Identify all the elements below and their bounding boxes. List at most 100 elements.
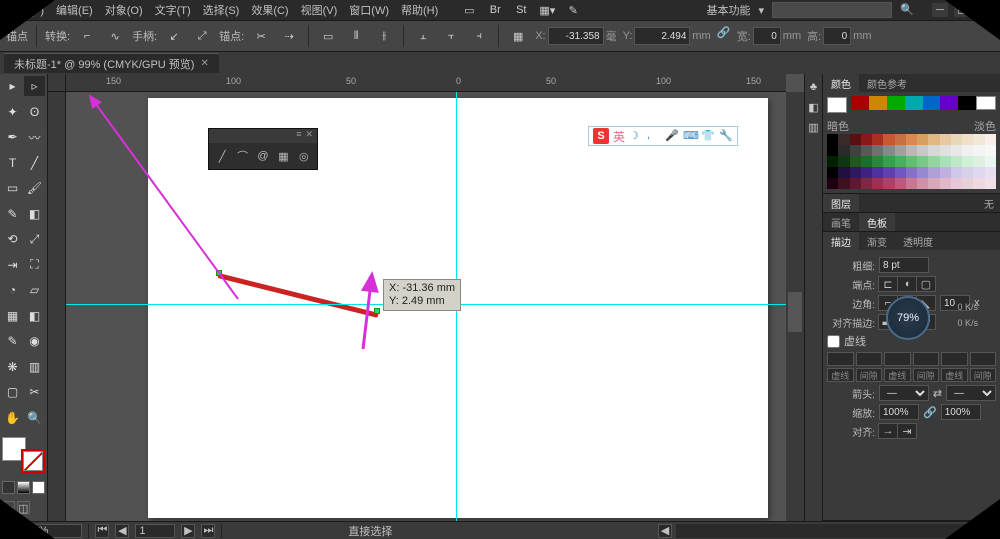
swatch-cell[interactable] (827, 156, 838, 167)
cap-butt-icon[interactable]: ⊏ (878, 276, 898, 292)
bridge-icon[interactable]: Br (484, 0, 506, 21)
libraries-icon[interactable]: ♣ (807, 80, 821, 94)
swatch-cell[interactable] (883, 145, 894, 156)
stroke-color-icon[interactable] (21, 449, 45, 473)
tab-layer[interactable]: 图层 (823, 194, 859, 212)
swatch-cell[interactable] (928, 134, 939, 145)
swatch-cell[interactable] (928, 156, 939, 167)
link-wh-icon[interactable]: 🔗 (717, 26, 731, 46)
shape-builder-tool[interactable]: ◔ (2, 280, 23, 300)
menu-help[interactable]: 帮助(H) (401, 2, 438, 18)
stroke-grid-icon[interactable]: ▦ (276, 149, 290, 163)
gradient-tool[interactable]: ◧ (24, 306, 45, 326)
swatch-cell[interactable] (973, 156, 984, 167)
swatch-cell[interactable] (951, 134, 962, 145)
swatch-cell[interactable] (861, 145, 872, 156)
swatch-cell[interactable] (973, 145, 984, 156)
artboard-number[interactable]: 1 (135, 524, 175, 538)
swatch-cell[interactable] (928, 167, 939, 178)
swatch-cell[interactable] (917, 156, 928, 167)
scrollbar-vertical[interactable] (786, 92, 804, 521)
convert-corner-icon[interactable]: ⌐ (76, 25, 98, 47)
swatch-cell[interactable] (962, 134, 973, 145)
swatch-cell[interactable] (872, 156, 883, 167)
swatch-cell[interactable] (827, 145, 838, 156)
swatch-cell[interactable] (883, 156, 894, 167)
stroke-arc-icon[interactable]: ⌒ (235, 149, 249, 163)
menu-edit[interactable]: 编辑(E) (56, 2, 93, 18)
swatch-cell[interactable] (985, 156, 996, 167)
blend-tool[interactable]: ◉ (24, 331, 45, 351)
shaper-tool[interactable]: ✎ (2, 204, 23, 224)
link-scale-icon[interactable]: 🔗 (923, 406, 937, 419)
ime-punct-icon[interactable]: , (647, 129, 661, 143)
prev-artboard-button[interactable]: ◀ (115, 524, 129, 538)
arrow-inside-icon[interactable]: ⇥ (897, 423, 917, 439)
swatch-cell[interactable] (940, 134, 951, 145)
swatch-cell[interactable] (838, 178, 849, 189)
dash-inputs[interactable] (827, 352, 996, 366)
swatch-cell[interactable] (906, 156, 917, 167)
swatch-cell[interactable] (928, 178, 939, 189)
swatch-cell[interactable] (973, 178, 984, 189)
swatch-cell[interactable] (951, 167, 962, 178)
swatch-cell[interactable] (861, 134, 872, 145)
swatch-cell[interactable] (917, 145, 928, 156)
tab-swatches[interactable]: 色板 (859, 213, 895, 231)
tab-color[interactable]: 颜色 (823, 74, 859, 92)
tab-stroke[interactable]: 描边 (823, 232, 859, 250)
ruler-horizontal[interactable]: 150 100 50 0 50 100 150 (66, 74, 786, 92)
align-center-icon[interactable]: ⫟ (440, 25, 462, 47)
rectangle-tool[interactable]: ▭ (2, 178, 23, 198)
properties-icon[interactable]: ▥ (807, 120, 821, 134)
arrange-icon[interactable]: ▦▾ (536, 0, 558, 21)
first-artboard-button[interactable]: ⏮ (95, 524, 109, 538)
ime-moon-icon[interactable]: ☽ (629, 129, 643, 143)
weight-input[interactable] (879, 257, 929, 273)
align-right-icon[interactable]: ⫞ (468, 25, 490, 47)
ime-tool-icon[interactable]: 🔧 (719, 129, 733, 143)
selection-tool[interactable]: ▸ (2, 76, 23, 96)
swatch-cell[interactable] (872, 178, 883, 189)
mesh-tool[interactable]: ▦ (2, 306, 23, 326)
swatch-cell[interactable] (838, 167, 849, 178)
cap-square-icon[interactable]: ▢ (916, 276, 936, 292)
menu-type[interactable]: 文字(T) (155, 2, 191, 18)
hand-tool[interactable]: ✋ (2, 408, 23, 428)
align-v-icon[interactable]: ⫲ (373, 25, 395, 47)
ime-mic-icon[interactable]: 🎤 (665, 129, 679, 143)
width-tool[interactable]: ⇥ (2, 255, 23, 275)
swatch-cell[interactable] (906, 167, 917, 178)
handle-show-icon[interactable]: ↙ (163, 25, 185, 47)
swatch-cell[interactable] (895, 156, 906, 167)
tab-color-guide[interactable]: 颜色参考 (859, 74, 915, 92)
pen-tool[interactable]: ✒ (2, 127, 23, 147)
panel-menu-icon[interactable]: ≡ (296, 129, 301, 143)
menu-object[interactable]: 对象(O) (105, 2, 143, 18)
swatch-cell[interactable] (906, 178, 917, 189)
menu-view[interactable]: 视图(V) (301, 2, 338, 18)
last-artboard-button[interactable]: ⏭ (201, 524, 215, 538)
scale-tool[interactable]: ⤢ (24, 229, 45, 249)
swatch-cell[interactable] (940, 167, 951, 178)
swatch-cell[interactable] (906, 134, 917, 145)
stroke-spiral-icon[interactable]: @ (256, 149, 270, 163)
remove-anchor-icon[interactable]: ✂ (250, 25, 272, 47)
line-tool[interactable]: ╱ (24, 153, 45, 173)
type-tool[interactable]: T (2, 153, 23, 173)
swatch-cell[interactable] (917, 134, 928, 145)
swatch-cell[interactable] (940, 178, 951, 189)
scale-start-input[interactable] (879, 404, 919, 420)
eraser-tool[interactable]: ◧ (24, 204, 45, 224)
tab-gradient[interactable]: 渐变 (859, 232, 895, 250)
swatch-cell[interactable] (895, 167, 906, 178)
zoom-tool[interactable]: 🔍 (24, 408, 45, 428)
swatch-cell[interactable] (827, 134, 838, 145)
swatch-cell[interactable] (861, 156, 872, 167)
stroke-polar-icon[interactable]: ◎ (297, 149, 311, 163)
swatch-cell[interactable] (850, 178, 861, 189)
swatch-cell[interactable] (917, 167, 928, 178)
swatch-cell[interactable] (940, 145, 951, 156)
swatch-cell[interactable] (850, 145, 861, 156)
workspace-switcher[interactable]: 基本功能 (706, 2, 750, 18)
